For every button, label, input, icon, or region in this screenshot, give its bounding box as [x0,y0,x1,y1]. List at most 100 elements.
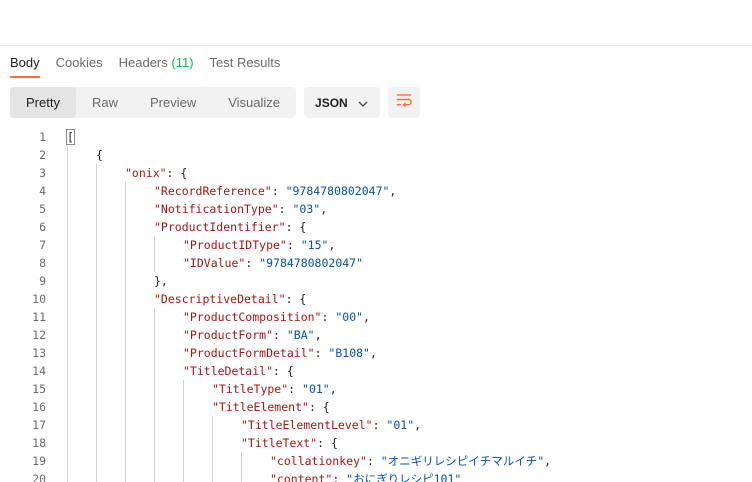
json-punct: : [332,472,347,482]
indent-guide [125,326,126,344]
format-dropdown[interactable]: JSON [304,87,381,118]
json-punct: : { [166,166,188,180]
view-mode-selector: Pretty Raw Preview Visualize [10,87,297,118]
indent-guide [183,452,184,470]
indent-guide [154,434,155,452]
code-text: "ProductComposition": "00", [183,308,370,326]
code-line: 8 "IDValue": "9784780802047" [0,254,752,272]
code-text: "NotificationType": "03", [154,200,327,218]
json-key: "TitleText" [241,436,318,450]
json-punct: : [288,382,303,396]
wrap-lines-button[interactable] [388,87,421,118]
json-string: "01" [386,418,415,432]
line-number: 15 [32,382,46,396]
json-punct: : [271,184,286,198]
indent-guide [67,452,68,470]
line-number: 13 [32,346,46,360]
indent-guide [125,290,126,308]
line-number: 5 [39,202,46,216]
indent-guide [67,200,68,218]
line-number: 20 [32,472,46,482]
indent-guide [125,398,126,416]
indent-guide [96,470,97,482]
line-number: 1 [39,130,46,144]
line-number: 6 [39,220,46,234]
json-string: "03" [292,202,321,216]
indent-guide [67,470,68,482]
indent-guide [154,236,155,254]
json-key: "collationkey" [270,454,367,468]
json-key: "RecordReference" [154,184,272,198]
response-body-editor[interactable]: 1[2{3 "onix": {4 "RecordReference": "97847… [0,128,752,482]
code-text: "collationkey": "オニギリレシピイチマルイチ", [270,452,551,470]
indent-guide [154,254,155,272]
indent-guide [96,452,97,470]
indent-guide [96,344,97,362]
json-punct: , [389,184,397,198]
code-line: 7 "ProductIDType": "15", [0,236,752,254]
view-visualize-button[interactable]: Visualize [212,87,296,118]
indent-guide [96,182,97,200]
tab-body[interactable]: Body [10,47,40,78]
code-text: [ [66,128,75,146]
json-string: "BA" [286,328,315,342]
json-key: "DescriptiveDetail" [154,292,286,306]
json-punct: { [96,148,103,162]
code-line: 13 "ProductFormDetail": "B108", [0,344,752,362]
tab-cookies[interactable]: Cookies [56,47,103,76]
indent-guide [96,362,97,380]
tab-headers[interactable]: Headers (11) [119,47,194,76]
indent-guide [96,218,97,236]
indent-guide [96,434,97,452]
code-text: "TitleType": "01", [212,380,337,398]
line-number: 16 [32,400,46,414]
code-line: 6 "ProductIdentifier": { [0,218,752,236]
tab-test-results[interactable]: Test Results [210,47,281,76]
json-key: "ProductFormDetail" [183,346,315,360]
code-text: "content": "おにぎりレシピ101" [270,470,461,482]
indent-guide [125,182,126,200]
indent-guide [67,254,68,272]
tab-headers-label: Headers [118,55,168,70]
indent-guide [154,452,155,470]
indent-guide [67,362,68,380]
line-number: 11 [32,310,46,324]
json-punct: , [314,328,322,342]
format-dropdown-value: JSON [315,95,348,110]
indent-guide [67,290,68,308]
code-line: 4 "RecordReference": "9784780802047", [0,182,752,200]
json-punct: , [369,346,377,360]
json-punct: , [544,454,552,468]
code-text: "DescriptiveDetail": { [154,290,306,308]
json-punct: , [328,238,336,252]
code-line: 3 "onix": { [0,164,752,182]
json-punct: : { [308,400,330,414]
json-key: "NotificationType" [154,202,279,216]
indent-guide [241,452,242,470]
tab-test-results-label: Test Results [209,55,281,70]
code-line: 17 "TitleElementLevel": "01", [0,416,752,434]
indent-guide [125,200,126,218]
json-punct: : [321,310,336,324]
json-punct: : [273,328,287,342]
indent-guide [96,200,97,218]
indent-guide [154,362,155,380]
indent-guide [212,452,213,470]
json-punct: , [320,202,328,216]
code-text: "IDValue": "9784780802047" [183,254,363,272]
view-pretty-button[interactable]: Pretty [10,87,76,118]
code-text: "onix": { [125,164,187,182]
line-number: 2 [39,148,46,162]
code-line: 18 "TitleText": { [0,434,752,452]
view-preview-button[interactable]: Preview [134,87,212,118]
code-line: 1[ [0,128,752,146]
headers-count-badge: (11) [171,55,194,70]
view-raw-button[interactable]: Raw [76,87,134,118]
indent-guide [96,308,97,326]
code-text: "TitleElement": { [212,398,330,416]
line-number: 7 [39,238,46,252]
wrap-lines-icon [396,93,412,112]
json-string: "15" [300,238,329,252]
indent-guide [183,470,184,482]
indent-guide [67,308,68,326]
